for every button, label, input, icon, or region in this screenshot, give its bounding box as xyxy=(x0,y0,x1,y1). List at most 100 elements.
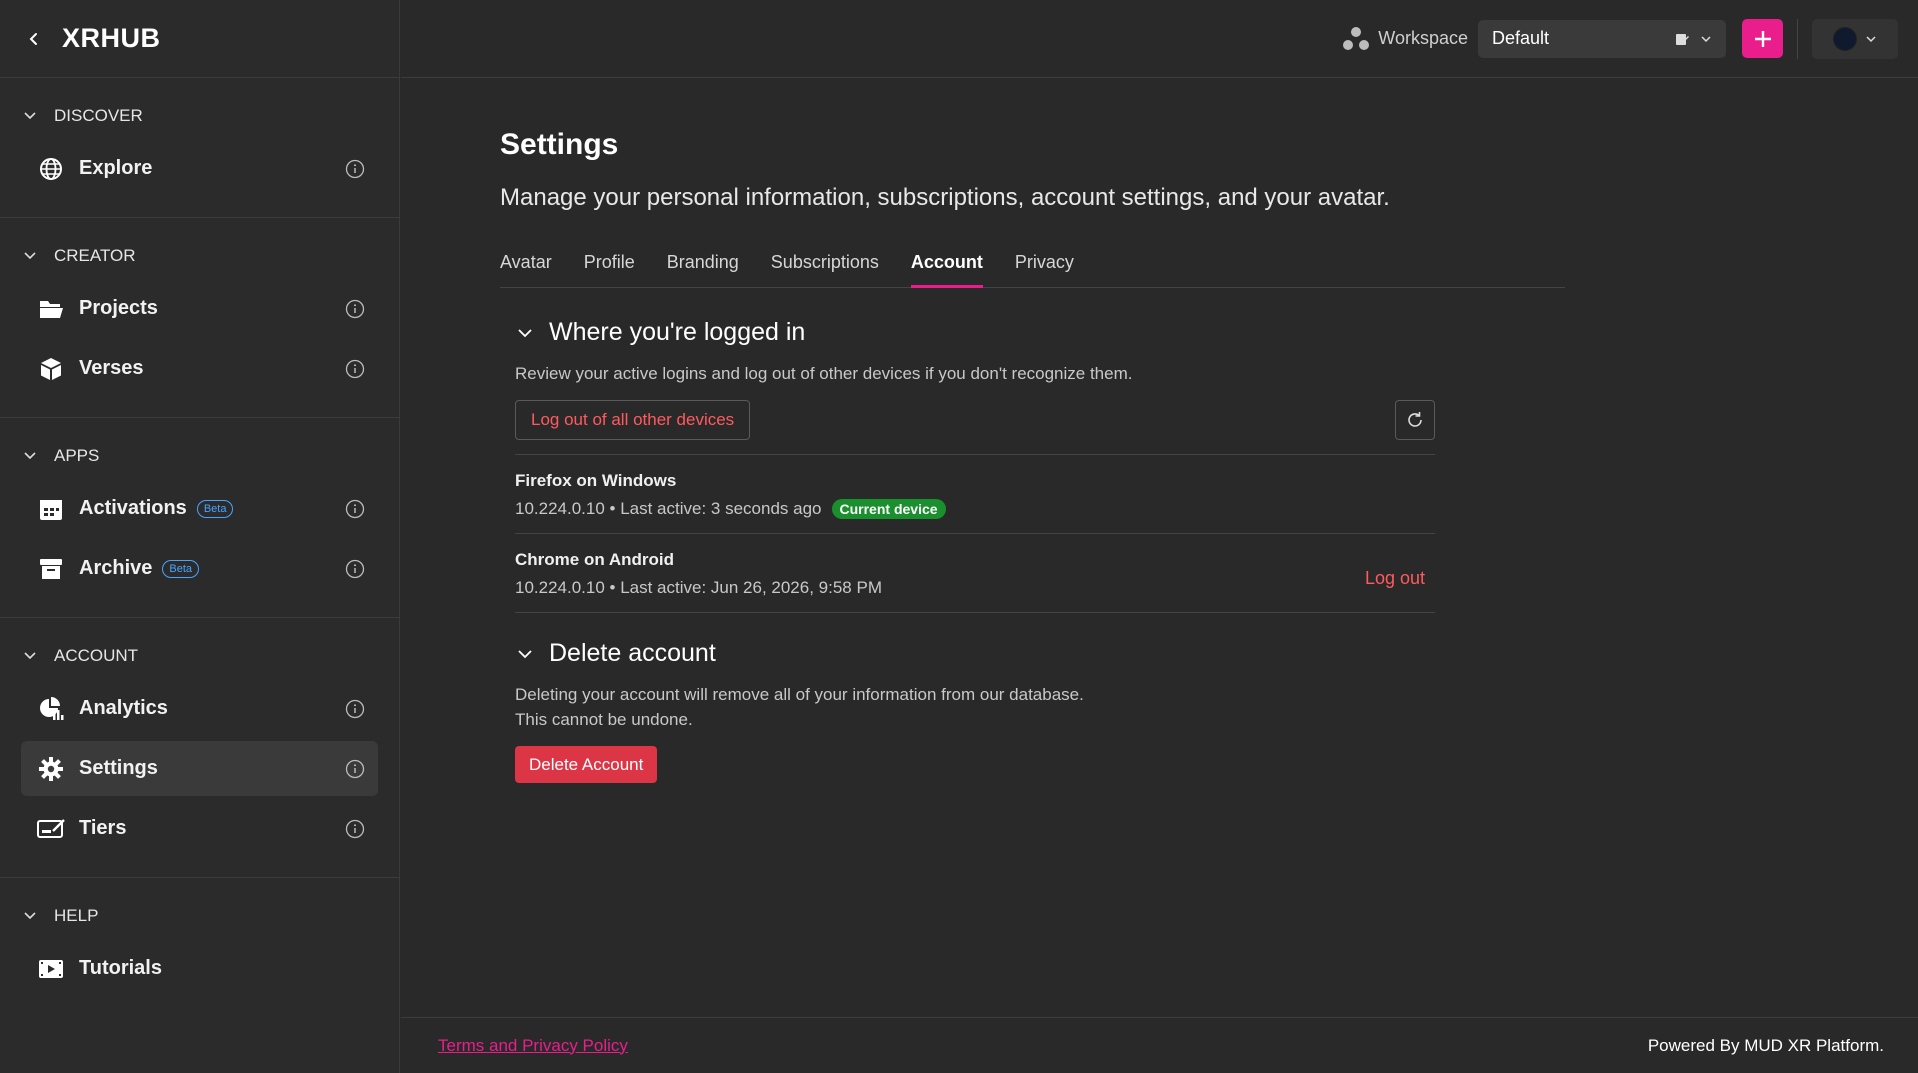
chevron-down-icon xyxy=(515,643,537,665)
video-icon xyxy=(37,955,65,983)
sidebar-item-label: Projects xyxy=(79,297,158,319)
device-row: Chrome on Android 10.224.0.10 • Last act… xyxy=(515,534,1435,613)
topbar: Workspace Default xyxy=(401,0,1918,78)
info-icon[interactable] xyxy=(344,818,366,840)
page-subtitle: Manage your personal information, subscr… xyxy=(500,184,1390,211)
current-device-badge: Current device xyxy=(831,499,946,519)
device-meta-text: 10.224.0.10 • Last active: Jun 26, 2026,… xyxy=(515,578,882,597)
chevron-down-icon xyxy=(1701,35,1711,42)
chevron-down-icon xyxy=(515,322,537,344)
sidebar-header: XRHUB xyxy=(0,0,399,78)
cube-icon xyxy=(37,355,65,383)
info-icon[interactable] xyxy=(344,298,366,320)
workspace-select[interactable]: Default xyxy=(1478,19,1726,58)
logins-section: Where you're logged in Review your activ… xyxy=(515,318,1435,613)
page-title: Settings xyxy=(500,128,619,161)
sidebar-item-verses[interactable]: Verses xyxy=(21,341,378,396)
globe-icon xyxy=(37,155,65,183)
sidebar-item-explore[interactable]: Explore xyxy=(21,141,378,196)
logins-section-toggle[interactable]: Where you're logged in xyxy=(515,318,1435,347)
workspace-icon xyxy=(1343,26,1370,50)
back-button[interactable] xyxy=(20,25,48,53)
info-icon[interactable] xyxy=(344,558,366,580)
beta-badge: Beta xyxy=(162,559,200,578)
section-toggle-discover[interactable]: DISCOVER xyxy=(0,96,399,136)
section-toggle-creator[interactable]: CREATOR xyxy=(0,236,399,276)
chevron-down-icon xyxy=(22,247,40,265)
refresh-icon xyxy=(1408,412,1422,427)
analytics-icon xyxy=(37,695,65,723)
section-title: APPS xyxy=(54,446,100,465)
refresh-button[interactable] xyxy=(1395,400,1435,440)
sidebar-item-settings[interactable]: Settings xyxy=(21,741,378,796)
sidebar-item-tutorials[interactable]: Tutorials xyxy=(21,941,378,996)
section-title: ACCOUNT xyxy=(54,646,139,665)
sidebar-item-analytics[interactable]: Analytics xyxy=(21,681,378,736)
sidebar-item-label: Analytics xyxy=(79,697,168,719)
sidebar-item-label: Explore xyxy=(79,157,153,179)
sidebar-section-creator: CREATOR Projects Verses xyxy=(0,218,399,418)
settings-tabs: Avatar Profile Branding Subscriptions Ac… xyxy=(500,252,1565,288)
workspace-edit-icon xyxy=(1676,33,1689,45)
sidebar-section-account: ACCOUNT Analytics Settings Tiers xyxy=(0,618,399,878)
section-toggle-account[interactable]: ACCOUNT xyxy=(0,636,399,676)
app-logo: XRHUB xyxy=(62,23,161,53)
delete-account-button[interactable]: Delete Account xyxy=(515,746,658,783)
calendar-icon xyxy=(37,495,65,523)
device-name: Firefox on Windows xyxy=(515,471,677,490)
sidebar-section-apps: APPS Activations Beta Archive Beta xyxy=(0,418,399,618)
device-meta: 10.224.0.10 • Last active: Jun 26, 2026,… xyxy=(515,578,1435,598)
delete-section-toggle[interactable]: Delete account xyxy=(515,639,1435,668)
delete-section: Delete account Deleting your account wil… xyxy=(515,639,1435,783)
powered-by-text: Powered By MUD XR Platform. xyxy=(1647,1035,1884,1055)
logins-actions: Log out of all other devices xyxy=(515,400,1435,455)
sidebar-item-label: Archive xyxy=(79,557,153,579)
logins-description: Review your active logins and log out of… xyxy=(515,364,1133,383)
device-name: Chrome on Android xyxy=(515,550,674,569)
logout-all-button[interactable]: Log out of all other devices xyxy=(515,400,751,440)
section-title: DISCOVER xyxy=(54,106,143,125)
tab-account[interactable]: Account xyxy=(910,252,983,288)
sidebar-item-label: Activations xyxy=(79,497,187,519)
sidebar-item-archive[interactable]: Archive Beta xyxy=(21,541,378,596)
chevron-down-icon xyxy=(22,107,40,125)
sidebar-section-discover: DISCOVER Explore xyxy=(0,78,399,218)
sidebar-item-tiers[interactable]: Tiers xyxy=(21,801,378,856)
sidebar-section-help: HELP Tutorials xyxy=(0,878,399,1017)
info-icon[interactable] xyxy=(344,698,366,720)
add-button[interactable] xyxy=(1742,19,1783,58)
tab-subscriptions[interactable]: Subscriptions xyxy=(771,252,879,287)
delete-description-line1: Deleting your account will remove all of… xyxy=(515,685,1084,704)
workspace-select-value: Default xyxy=(1492,28,1550,48)
delete-description-line2: This cannot be undone. xyxy=(515,710,693,729)
chevron-down-icon xyxy=(22,907,40,925)
info-icon[interactable] xyxy=(344,498,366,520)
terms-link[interactable]: Terms and Privacy Policy xyxy=(438,1036,628,1056)
sidebar: XRHUB DISCOVER Explore CREATOR Projects … xyxy=(0,0,400,1073)
sidebar-item-label: Verses xyxy=(79,357,144,379)
section-toggle-apps[interactable]: APPS xyxy=(0,436,399,476)
chevron-down-icon xyxy=(1866,35,1876,42)
info-icon[interactable] xyxy=(344,158,366,180)
workspace-label: Workspace xyxy=(1340,23,1468,55)
workspace-label-text: Workspace xyxy=(1378,28,1468,48)
device-meta-text: 10.224.0.10 • Last active: 3 seconds ago xyxy=(515,499,822,518)
sidebar-item-activations[interactable]: Activations Beta xyxy=(21,481,378,536)
user-menu-button[interactable] xyxy=(1812,18,1898,59)
tab-privacy[interactable]: Privacy xyxy=(1015,252,1074,287)
chevron-down-icon xyxy=(22,647,40,665)
info-icon[interactable] xyxy=(344,358,366,380)
sidebar-item-projects[interactable]: Projects xyxy=(21,281,378,336)
section-toggle-help[interactable]: HELP xyxy=(0,896,399,936)
device-logout-link[interactable]: Log out xyxy=(1365,568,1425,589)
sidebar-item-label: Tiers xyxy=(79,817,127,839)
info-icon[interactable] xyxy=(344,758,366,780)
logins-title: Where you're logged in xyxy=(549,318,806,346)
tab-profile[interactable]: Profile xyxy=(584,252,635,287)
device-row: Firefox on Windows 10.224.0.10 • Last ac… xyxy=(515,455,1435,534)
tiers-icon xyxy=(37,815,65,843)
tab-branding[interactable]: Branding xyxy=(667,252,739,287)
main-content: Settings Manage your personal informatio… xyxy=(500,78,1565,783)
sidebar-item-label: Settings xyxy=(79,757,158,779)
tab-avatar[interactable]: Avatar xyxy=(500,252,552,287)
